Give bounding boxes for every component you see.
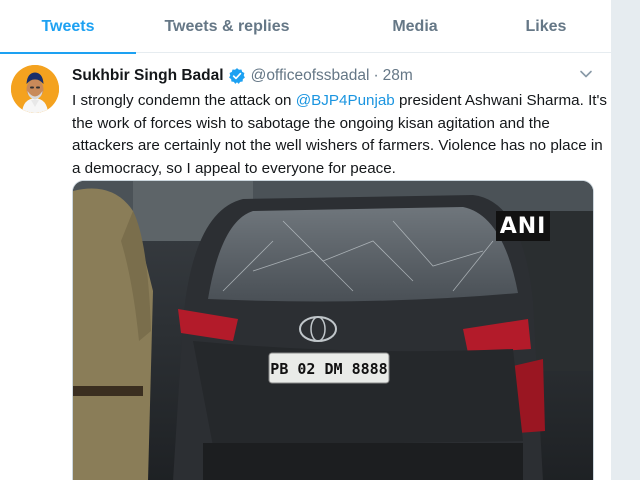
author-handle[interactable]: @officeofssbadal [251,67,370,85]
verified-badge-icon [228,68,245,84]
header-separator: · [373,67,379,84]
tab-label: Likes [525,17,567,35]
tab-label: Tweets & replies [164,17,290,35]
tab-label: Media [392,17,438,35]
tweet-header: Sukhbir Singh Badal @officeofssbadal · 2… [72,65,413,87]
ani-watermark: ANI [496,211,550,241]
tab-tweets-and-replies[interactable]: Tweets & replies [136,0,318,53]
tab-likes[interactable]: Likes [512,0,580,53]
profile-timeline: Tweets Tweets & replies Media Likes Sukh… [0,0,612,480]
mention-link[interactable]: @BJP4Punjab [296,92,395,109]
tweet[interactable]: Sukhbir Singh Badal @officeofssbadal · 2… [0,54,612,480]
tweet-timestamp[interactable]: 28m [383,67,413,85]
license-plate-text: PB 02 DM 8888 [270,360,387,378]
avatar[interactable] [11,65,59,113]
tab-tweets[interactable]: Tweets [0,0,136,54]
author-name[interactable]: Sukhbir Singh Badal [72,67,224,85]
tweet-media-photo[interactable]: PB 02 DM 8888 ANI [72,180,594,480]
tweet-text-start: I strongly condemn the attack on [72,92,296,109]
chevron-down-icon[interactable] [578,66,594,82]
tab-label: Tweets [41,17,95,35]
tweet-text: I strongly condemn the attack on @BJP4Pu… [72,90,608,180]
tab-media[interactable]: Media [318,0,512,53]
avatar-portrait-icon [11,65,59,113]
profile-tabs: Tweets Tweets & replies Media Likes [0,0,612,54]
